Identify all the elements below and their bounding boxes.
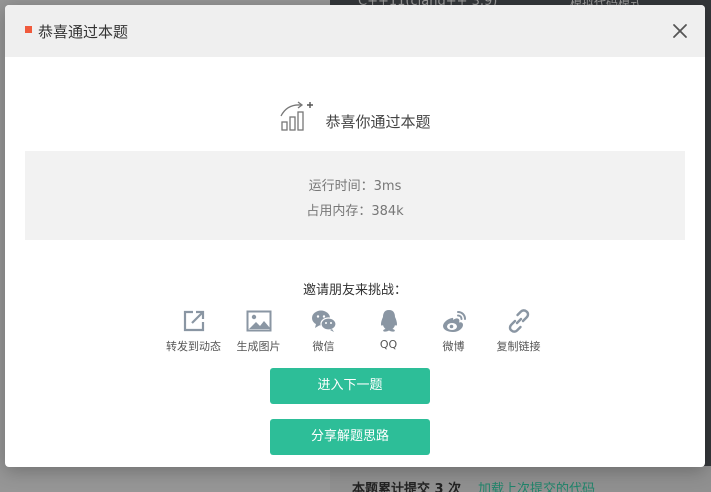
- success-text: 恭喜你通过本题: [325, 112, 431, 131]
- generate-image-button[interactable]: 生成图片: [226, 306, 291, 356]
- share-item-label: 微信: [312, 340, 335, 353]
- next-question-button[interactable]: 进入下一题: [270, 368, 430, 404]
- invite-title: 邀请朋友来挑战：: [302, 283, 407, 298]
- memory-usage: 占用内存：384k: [306, 204, 404, 219]
- success-message: 恭喜你通过本题: [5, 97, 705, 137]
- growth-chart-icon: [280, 101, 314, 131]
- share-to-feed-button[interactable]: 转发到动态: [161, 306, 226, 356]
- modal-title: 恭喜通过本题: [38, 23, 129, 41]
- share-qq-button[interactable]: QQ: [356, 306, 421, 356]
- share-weibo-button[interactable]: 微博: [421, 306, 486, 356]
- image-icon: [246, 310, 271, 332]
- run-time: 运行时间：3ms: [308, 179, 402, 194]
- share-out-icon: [183, 310, 204, 332]
- title-marker: [25, 26, 32, 33]
- share-wechat-button[interactable]: 微信: [291, 306, 356, 356]
- share-options: 转发到动态 生成图片 微信 QQ 微博 复制链接: [161, 306, 551, 356]
- link-icon: [508, 309, 529, 333]
- close-icon: [673, 24, 687, 38]
- close-button[interactable]: [669, 20, 691, 42]
- qq-icon: [380, 310, 397, 332]
- wechat-icon: [311, 310, 337, 332]
- weibo-icon: [442, 311, 466, 332]
- share-item-label: 转发到动态: [166, 340, 221, 353]
- share-item-label: QQ: [379, 338, 398, 351]
- result-stats: 运行时间：3ms 占用内存：384k: [25, 151, 685, 240]
- modal-header: 恭喜通过本题: [5, 5, 705, 57]
- copy-link-button[interactable]: 复制链接: [486, 306, 551, 356]
- share-solution-button[interactable]: 分享解题思路: [270, 419, 430, 455]
- share-item-label: 复制链接: [496, 340, 541, 353]
- share-item-label: 微博: [442, 340, 465, 353]
- success-modal: 恭喜通过本题 恭喜你通过本题 运行时间：3ms 占用内存：384k 邀请朋友来挑…: [5, 5, 705, 467]
- share-item-label: 生成图片: [236, 340, 281, 353]
